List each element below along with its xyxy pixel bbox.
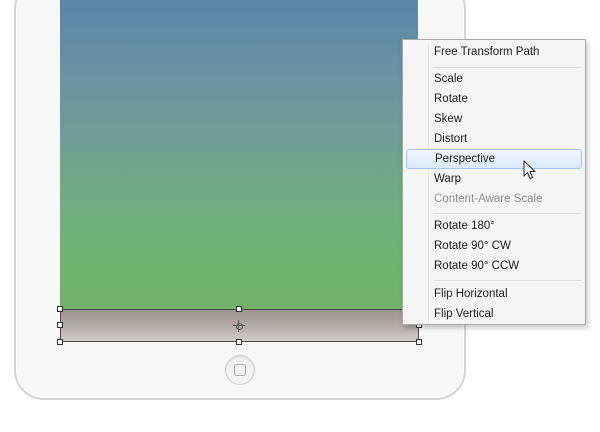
transform-context-menu: Free Transform Path Scale Rotate Skew Di… xyxy=(402,39,586,325)
menu-item-content-aware-scale: Content-Aware Scale xyxy=(434,193,543,205)
menu-separator xyxy=(433,280,581,282)
document-canvas[interactable]: Free Transform Path Scale Rotate Skew Di… xyxy=(0,0,600,432)
menu-item-perspective[interactable]: Perspective xyxy=(406,149,582,169)
transform-handle-bottom-right[interactable] xyxy=(416,339,422,345)
menu-item-skew[interactable]: Skew xyxy=(406,109,582,129)
menu-item-rotate-90-ccw[interactable]: Rotate 90° CCW xyxy=(406,256,582,276)
menu-item-rotate[interactable]: Rotate xyxy=(406,89,582,109)
transform-handle-bottom-center[interactable] xyxy=(236,339,242,345)
menu-item-distort[interactable]: Distort xyxy=(406,129,582,149)
transform-handle-top-left[interactable] xyxy=(57,306,63,312)
tablet-screen-layer xyxy=(60,0,418,310)
transform-handle-top-center[interactable] xyxy=(236,306,242,312)
transform-handle-middle-left[interactable] xyxy=(57,322,63,328)
menu-separator xyxy=(433,213,581,215)
menu-item-warp[interactable]: Warp xyxy=(406,169,582,189)
menu-item-scale[interactable]: Scale xyxy=(406,69,582,89)
menu-item-flip-vertical[interactable]: Flip Vertical xyxy=(406,304,582,324)
home-button-icon xyxy=(225,355,255,385)
menu-item-rotate-90-cw[interactable]: Rotate 90° CW xyxy=(406,236,582,256)
menu-item-rotate-180[interactable]: Rotate 180° xyxy=(406,216,582,236)
transform-handle-bottom-left[interactable] xyxy=(57,339,63,345)
menu-item-flip-horizontal[interactable]: Flip Horizontal xyxy=(406,284,582,304)
menu-item-free-transform-path[interactable]: Free Transform Path xyxy=(406,42,582,62)
arrow-pointer-icon xyxy=(523,160,536,179)
center-reference-point-icon[interactable] xyxy=(233,320,245,332)
